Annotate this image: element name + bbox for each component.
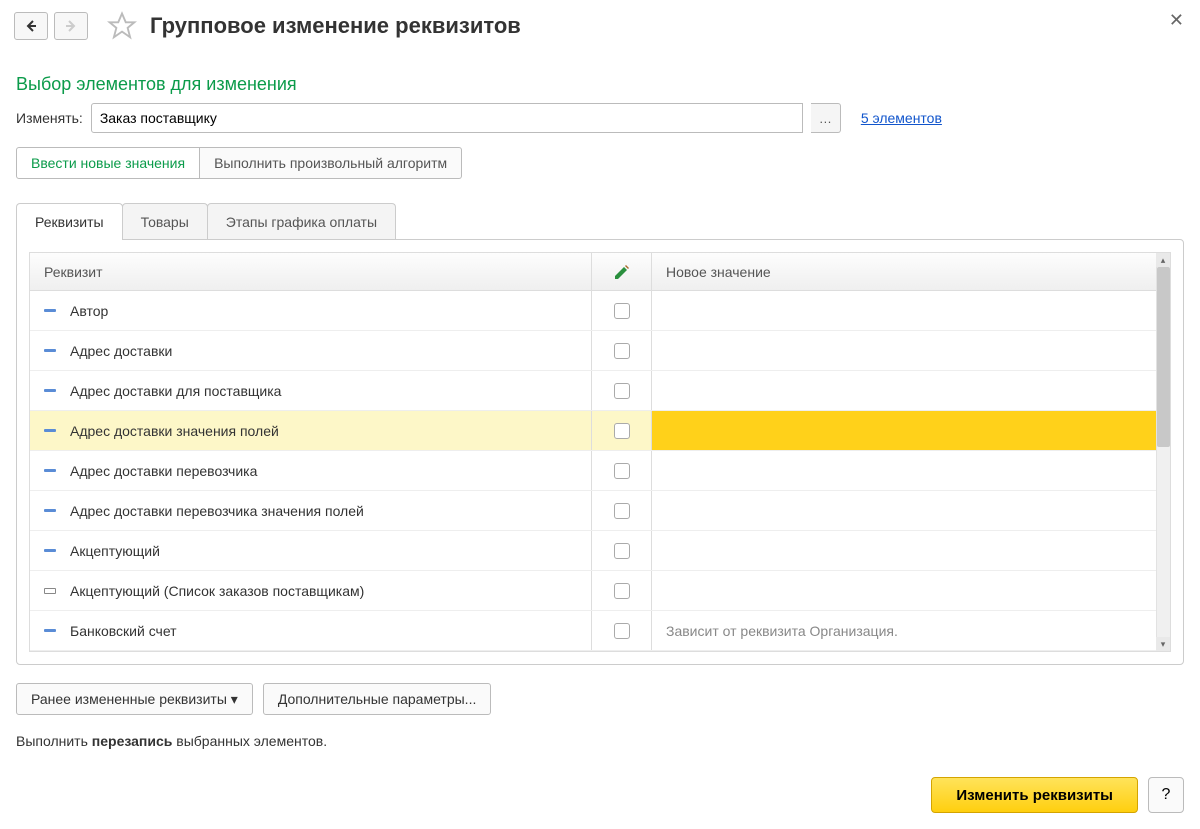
enter-values-button[interactable]: Ввести новые значения	[16, 147, 200, 179]
previously-changed-button[interactable]: Ранее измененные реквизиты ▾	[16, 683, 253, 715]
page-title: Групповое изменение реквизитов	[150, 13, 521, 39]
edit-checkbox[interactable]	[614, 303, 630, 319]
back-button[interactable]	[14, 12, 48, 40]
vertical-scrollbar[interactable]: ▴ ▾	[1156, 253, 1170, 651]
elements-count-link[interactable]: 5 элементов	[861, 110, 942, 126]
edit-checkbox[interactable]	[614, 623, 630, 639]
row-type-icon	[44, 349, 56, 352]
run-algorithm-button[interactable]: Выполнить произвольный алгоритм	[200, 147, 462, 179]
edit-checkbox[interactable]	[614, 423, 630, 439]
row-type-icon	[44, 469, 56, 472]
scroll-down-icon[interactable]: ▾	[1156, 637, 1170, 651]
tab-requisites[interactable]: Реквизиты	[16, 203, 123, 240]
table-row[interactable]: Адрес доставки для поставщика	[30, 371, 1170, 411]
help-button[interactable]: ?	[1148, 777, 1184, 813]
requisite-label: Автор	[70, 303, 108, 319]
requisite-label: Банковский счет	[70, 623, 177, 639]
row-type-icon	[44, 588, 56, 594]
forward-button	[54, 12, 88, 40]
change-input[interactable]	[91, 103, 803, 133]
tab-payment-stages[interactable]: Этапы графика оплаты	[207, 203, 396, 240]
table-row[interactable]: Акцептующий (Список заказов поставщикам)	[30, 571, 1170, 611]
section-heading: Выбор элементов для изменения	[16, 74, 1184, 95]
apply-button[interactable]: Изменить реквизиты	[931, 777, 1138, 813]
favorite-star-icon[interactable]	[104, 8, 140, 44]
edit-checkbox[interactable]	[614, 583, 630, 599]
change-label: Изменять:	[16, 110, 83, 126]
scroll-up-icon[interactable]: ▴	[1156, 253, 1170, 267]
table-row[interactable]: Акцептующий	[30, 531, 1170, 571]
ellipsis-picker-button[interactable]: …	[811, 103, 841, 133]
table-row[interactable]: Адрес доставки	[30, 331, 1170, 371]
column-header-requisite[interactable]: Реквизит	[30, 253, 592, 290]
row-type-icon	[44, 429, 56, 432]
requisite-label: Адрес доставки	[70, 343, 172, 359]
table-row[interactable]: Адрес доставки значения полей	[30, 411, 1170, 451]
chevron-down-icon: ▾	[227, 691, 238, 708]
footer-text: Выполнить перезапись выбранных элементов…	[16, 733, 1184, 749]
requisite-label: Адрес доставки значения полей	[70, 423, 279, 439]
requisite-label: Адрес доставки для поставщика	[70, 383, 281, 399]
tab-goods[interactable]: Товары	[122, 203, 208, 240]
requisite-label: Акцептующий	[70, 543, 160, 559]
close-icon[interactable]: ✕	[1169, 10, 1184, 31]
column-header-edit-icon[interactable]	[592, 253, 652, 290]
edit-checkbox[interactable]	[614, 343, 630, 359]
edit-checkbox[interactable]	[614, 383, 630, 399]
table-row[interactable]: Банковский счет Зависит от реквизита Орга…	[30, 611, 1170, 651]
table-row[interactable]: Адрес доставки перевозчика	[30, 451, 1170, 491]
table-row[interactable]: Адрес доставки перевозчика значения поле…	[30, 491, 1170, 531]
row-type-icon	[44, 629, 56, 632]
requisite-label: Акцептующий (Список заказов поставщикам)	[70, 583, 364, 599]
table-row[interactable]: Автор	[30, 291, 1170, 331]
edit-checkbox[interactable]	[614, 463, 630, 479]
requisite-label: Адрес доставки перевозчика значения поле…	[70, 503, 364, 519]
column-header-value[interactable]: Новое значение	[652, 253, 1170, 290]
scroll-thumb[interactable]	[1157, 267, 1170, 447]
edit-checkbox[interactable]	[614, 503, 630, 519]
row-type-icon	[44, 309, 56, 312]
row-type-icon	[44, 509, 56, 512]
row-type-icon	[44, 549, 56, 552]
requisite-label: Адрес доставки перевозчика	[70, 463, 257, 479]
additional-params-button[interactable]: Дополнительные параметры...	[263, 683, 492, 715]
edit-checkbox[interactable]	[614, 543, 630, 559]
value-text: Зависит от реквизита Организация.	[666, 623, 898, 639]
row-type-icon	[44, 389, 56, 392]
